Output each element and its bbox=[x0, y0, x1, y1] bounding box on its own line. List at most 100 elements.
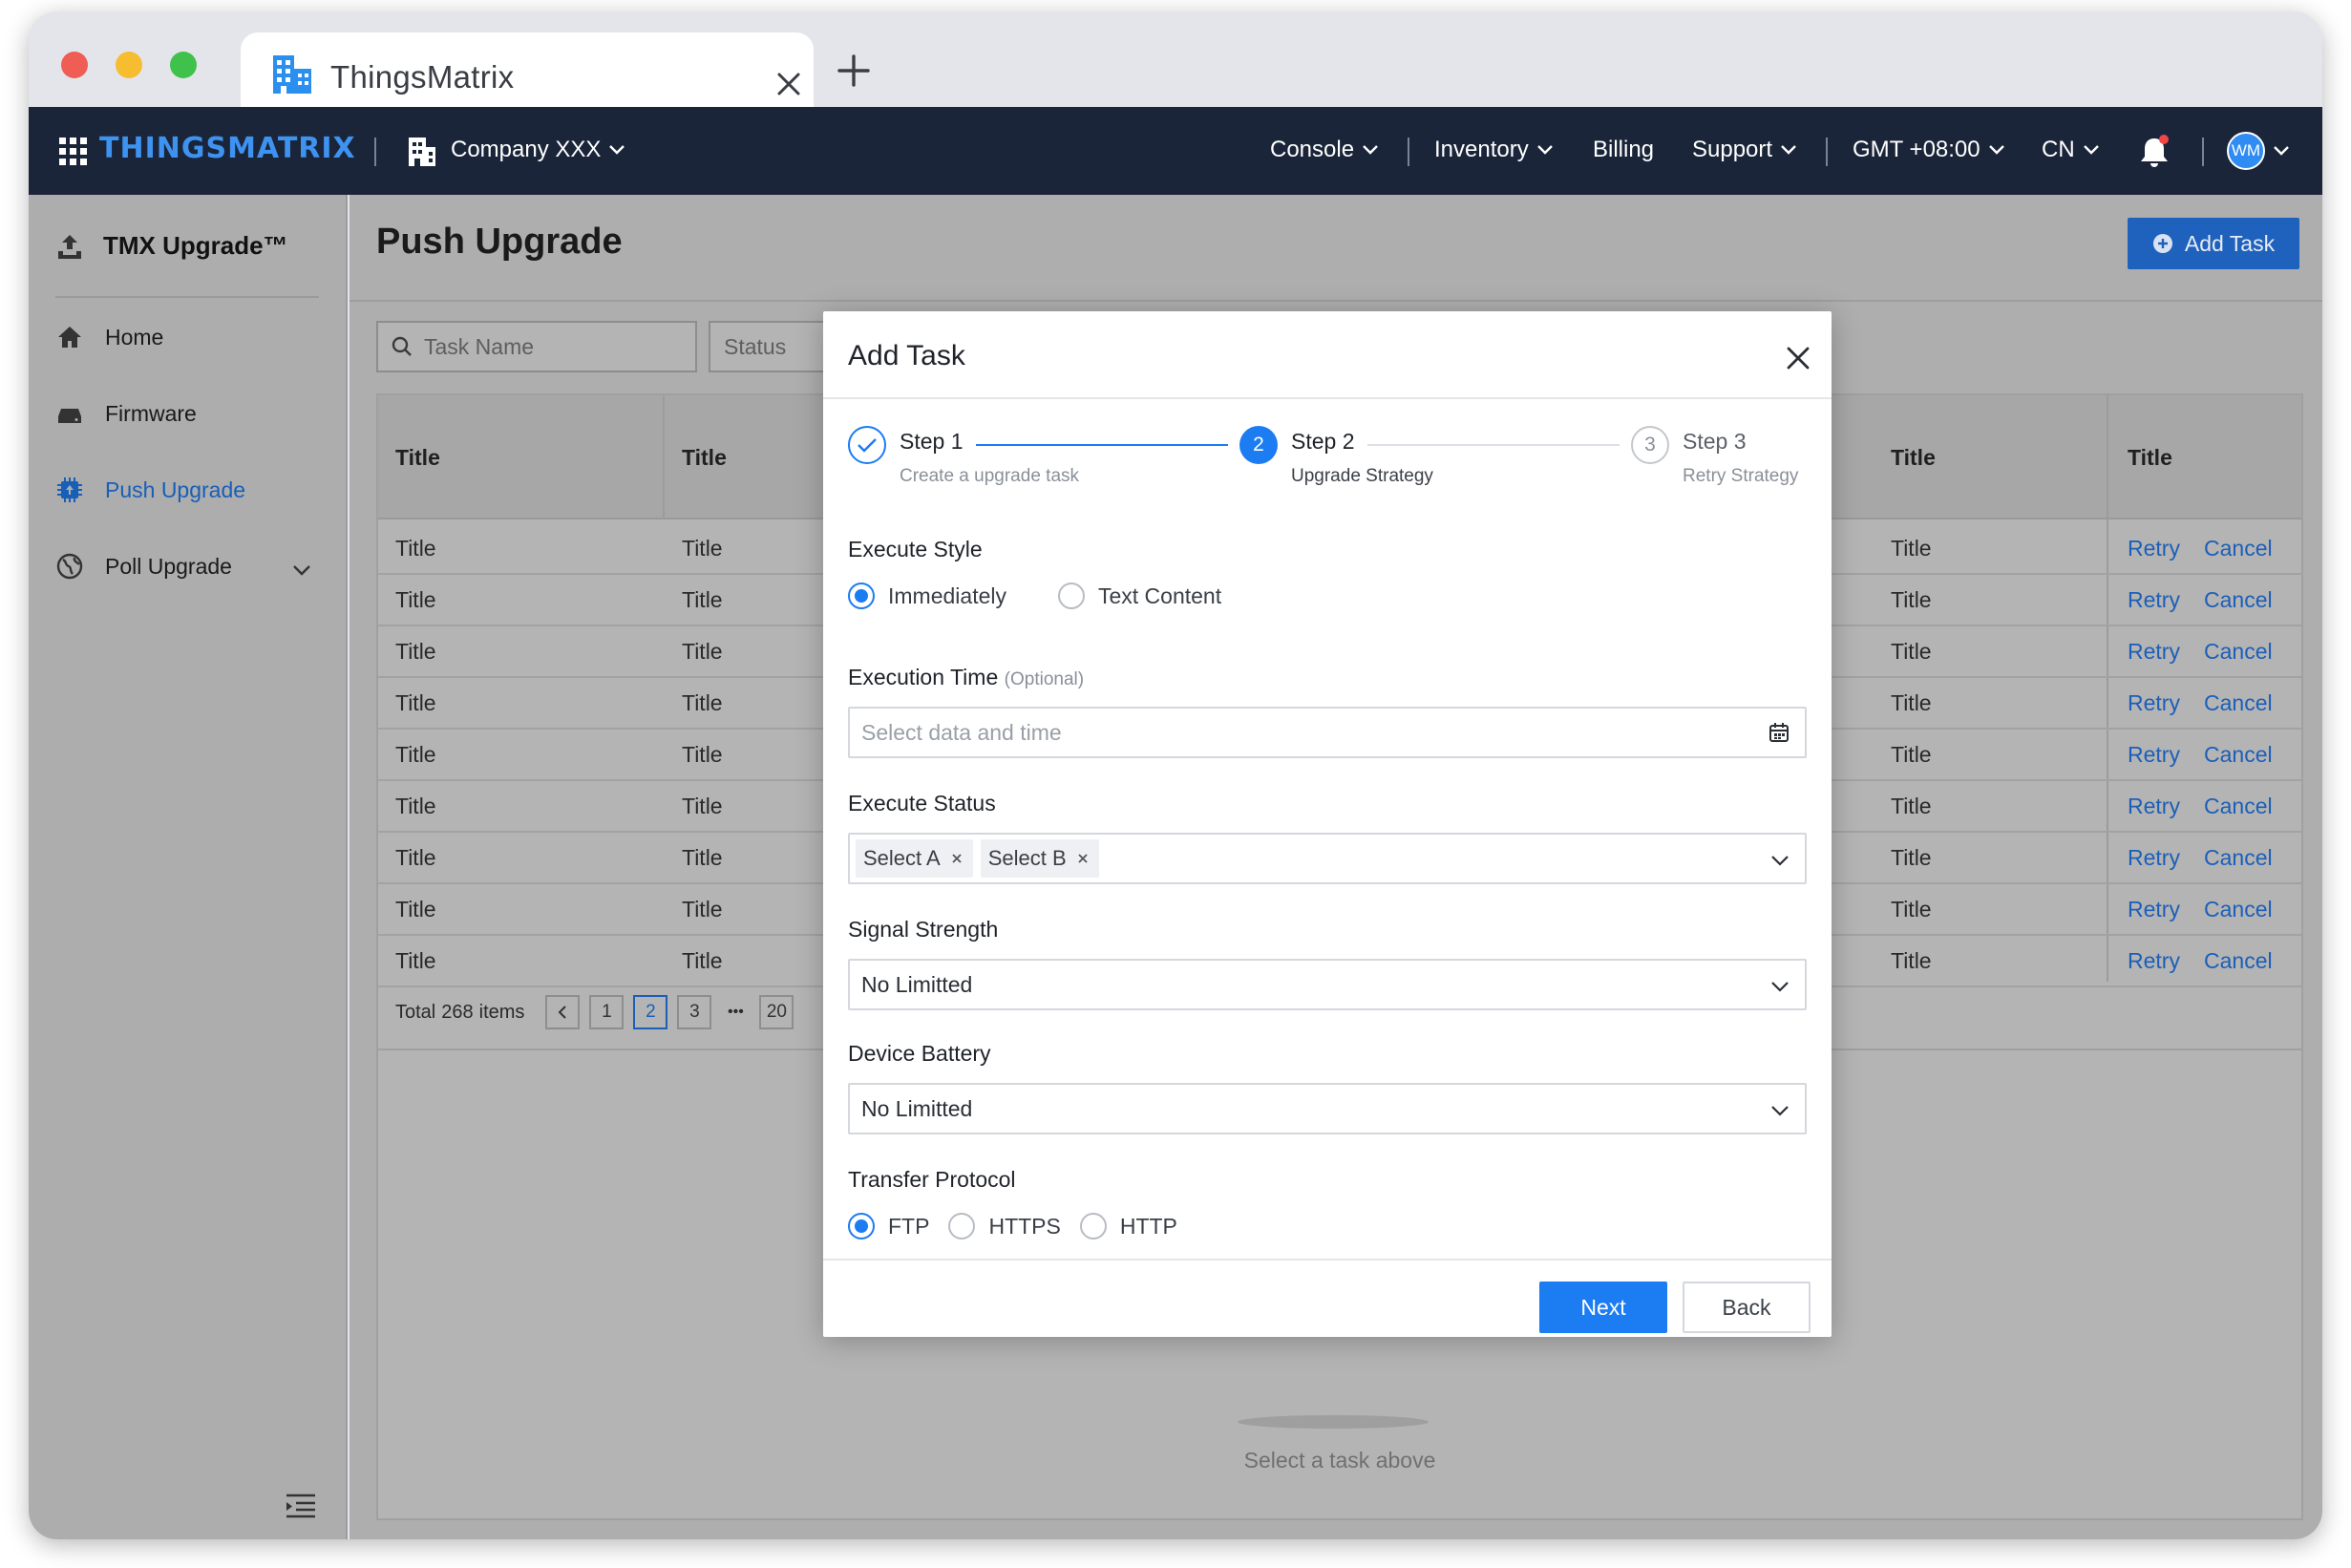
calendar-icon[interactable] bbox=[1769, 722, 1790, 743]
retry-link[interactable]: Retry bbox=[2128, 742, 2180, 768]
radio-immediately[interactable] bbox=[848, 583, 875, 609]
cancel-link[interactable]: Cancel bbox=[2204, 948, 2273, 974]
radio-https[interactable] bbox=[948, 1213, 976, 1240]
maximize-window-button[interactable] bbox=[170, 52, 197, 78]
chevron-down-icon bbox=[1771, 856, 1789, 866]
bell-icon[interactable] bbox=[2137, 134, 2171, 170]
close-icon[interactable] bbox=[1076, 852, 1090, 865]
step-2-desc: Upgrade Strategy bbox=[1291, 466, 1433, 486]
close-icon[interactable] bbox=[1786, 346, 1811, 371]
execute-status-multiselect[interactable]: Select A Select B bbox=[848, 833, 1807, 884]
table-cell: Title bbox=[1891, 587, 1932, 612]
table-cell: Title bbox=[682, 794, 723, 818]
retry-link[interactable]: Retry bbox=[2128, 690, 2180, 716]
page-ellipsis[interactable]: ••• bbox=[721, 1004, 750, 1021]
radio-ftp[interactable] bbox=[848, 1213, 875, 1240]
tag-select-b: Select B bbox=[980, 839, 1099, 878]
brand-logo[interactable]: THINGSMATRIX bbox=[99, 132, 356, 165]
sidebar-item-push-upgrade[interactable]: Push Upgrade bbox=[55, 476, 245, 504]
nav-console[interactable]: Console bbox=[1270, 137, 1379, 163]
timezone-selector[interactable]: GMT +08:00 bbox=[1853, 137, 2005, 163]
chevron-down-icon bbox=[2083, 145, 2099, 155]
total-suffix: items bbox=[478, 1001, 525, 1023]
step-1-check-icon bbox=[848, 426, 886, 464]
sidebar-item-label: Poll Upgrade bbox=[105, 553, 232, 579]
sidebar-item-home[interactable]: Home bbox=[55, 323, 163, 351]
step-3-desc: Retry Strategy bbox=[1683, 466, 1799, 486]
total-label: Total bbox=[395, 1001, 436, 1023]
header-divider bbox=[374, 138, 376, 166]
device-battery-select[interactable]: No Limitted bbox=[848, 1083, 1807, 1134]
column-header[interactable]: Title bbox=[395, 445, 440, 471]
page-button-3[interactable]: 3 bbox=[677, 995, 712, 1029]
radio-label: HTTP bbox=[1119, 1213, 1177, 1239]
task-name-search-input[interactable]: Task Name bbox=[376, 321, 697, 372]
execution-time-label: Execution Time (Optional) bbox=[848, 665, 1085, 689]
sidebar-item-poll-upgrade[interactable]: Poll Upgrade bbox=[55, 552, 232, 581]
transfer-protocol-options: FTP HTTPS HTTP bbox=[848, 1213, 1177, 1240]
cancel-link[interactable]: Cancel bbox=[2204, 536, 2273, 562]
cancel-link[interactable]: Cancel bbox=[2204, 690, 2273, 716]
cancel-link[interactable]: Cancel bbox=[2204, 587, 2273, 613]
cancel-link[interactable]: Cancel bbox=[2204, 639, 2273, 665]
column-header[interactable]: Title bbox=[682, 445, 727, 471]
step-2-label: Step 2 bbox=[1291, 429, 1355, 454]
retry-link[interactable]: Retry bbox=[2128, 639, 2180, 665]
radio-label: HTTPS bbox=[988, 1213, 1061, 1239]
execute-status-label: Execute Status bbox=[848, 791, 996, 816]
table-cell: Title bbox=[1891, 845, 1932, 870]
back-button[interactable]: Back bbox=[1683, 1282, 1811, 1333]
collapse-sidebar-icon[interactable] bbox=[285, 1492, 317, 1520]
add-task-button[interactable]: Add Task bbox=[2128, 218, 2299, 269]
new-tab-plus-icon[interactable] bbox=[837, 53, 871, 88]
pagination: Total 268 items 1 2 3 ••• 20 bbox=[395, 995, 794, 1029]
close-icon[interactable] bbox=[950, 852, 964, 865]
table-cell: Title bbox=[682, 845, 723, 870]
language-selector[interactable]: CN bbox=[2042, 137, 2100, 163]
app-grid-icon[interactable] bbox=[59, 138, 88, 166]
table-cell: Title bbox=[1891, 639, 1932, 664]
page-button-2[interactable]: 2 bbox=[633, 995, 668, 1029]
nav-support[interactable]: Support bbox=[1692, 137, 1797, 163]
prev-page-button[interactable] bbox=[545, 995, 581, 1029]
company-selector[interactable]: Company XXX bbox=[451, 137, 625, 163]
column-header[interactable]: Title bbox=[2128, 445, 2172, 471]
retry-link[interactable]: Retry bbox=[2128, 897, 2180, 922]
sidebar: TMX Upgrade™ Home Firmware Push Upgrade … bbox=[29, 195, 348, 1539]
cancel-link[interactable]: Cancel bbox=[2204, 897, 2273, 922]
browser-tab[interactable]: ThingsMatrix bbox=[241, 32, 814, 118]
cancel-link[interactable]: Cancel bbox=[2204, 794, 2273, 819]
radio-text-content[interactable] bbox=[1057, 583, 1085, 609]
close-window-button[interactable] bbox=[61, 52, 88, 78]
execution-time-input[interactable]: Select data and time bbox=[848, 707, 1807, 758]
chevron-down-icon bbox=[1771, 982, 1789, 992]
sidebar-item-firmware[interactable]: Firmware bbox=[55, 399, 197, 428]
retry-link[interactable]: Retry bbox=[2128, 794, 2180, 819]
sidebar-item-label: Firmware bbox=[105, 400, 197, 426]
header-divider bbox=[1826, 138, 1828, 166]
radio-http[interactable] bbox=[1079, 1213, 1107, 1240]
empty-state-illustration bbox=[1238, 1415, 1429, 1429]
column-header[interactable]: Title bbox=[1891, 445, 1936, 471]
status-filter-select[interactable]: Status bbox=[709, 321, 833, 372]
minimize-window-button[interactable] bbox=[116, 52, 142, 78]
retry-link[interactable]: Retry bbox=[2128, 845, 2180, 871]
page-button-1[interactable]: 1 bbox=[589, 995, 625, 1029]
user-menu[interactable]: WM bbox=[2227, 132, 2290, 170]
retry-link[interactable]: Retry bbox=[2128, 587, 2180, 613]
close-icon[interactable] bbox=[775, 71, 802, 97]
cancel-link[interactable]: Cancel bbox=[2204, 845, 2273, 871]
retry-link[interactable]: Retry bbox=[2128, 948, 2180, 974]
signal-strength-select[interactable]: No Limitted bbox=[848, 959, 1807, 1010]
next-button[interactable]: Next bbox=[1539, 1282, 1667, 1333]
chevron-down-icon[interactable] bbox=[292, 563, 311, 577]
plus-circle-icon bbox=[2152, 234, 2172, 253]
sidebar-item-label: Home bbox=[105, 324, 164, 350]
nav-billing[interactable]: Billing bbox=[1593, 137, 1654, 163]
cancel-link[interactable]: Cancel bbox=[2204, 742, 2273, 768]
nav-inventory[interactable]: Inventory bbox=[1434, 137, 1554, 163]
retry-link[interactable]: Retry bbox=[2128, 536, 2180, 562]
sidebar-header: TMX Upgrade™ bbox=[55, 231, 288, 261]
building-icon bbox=[273, 55, 311, 94]
page-button-20[interactable]: 20 bbox=[759, 995, 794, 1029]
